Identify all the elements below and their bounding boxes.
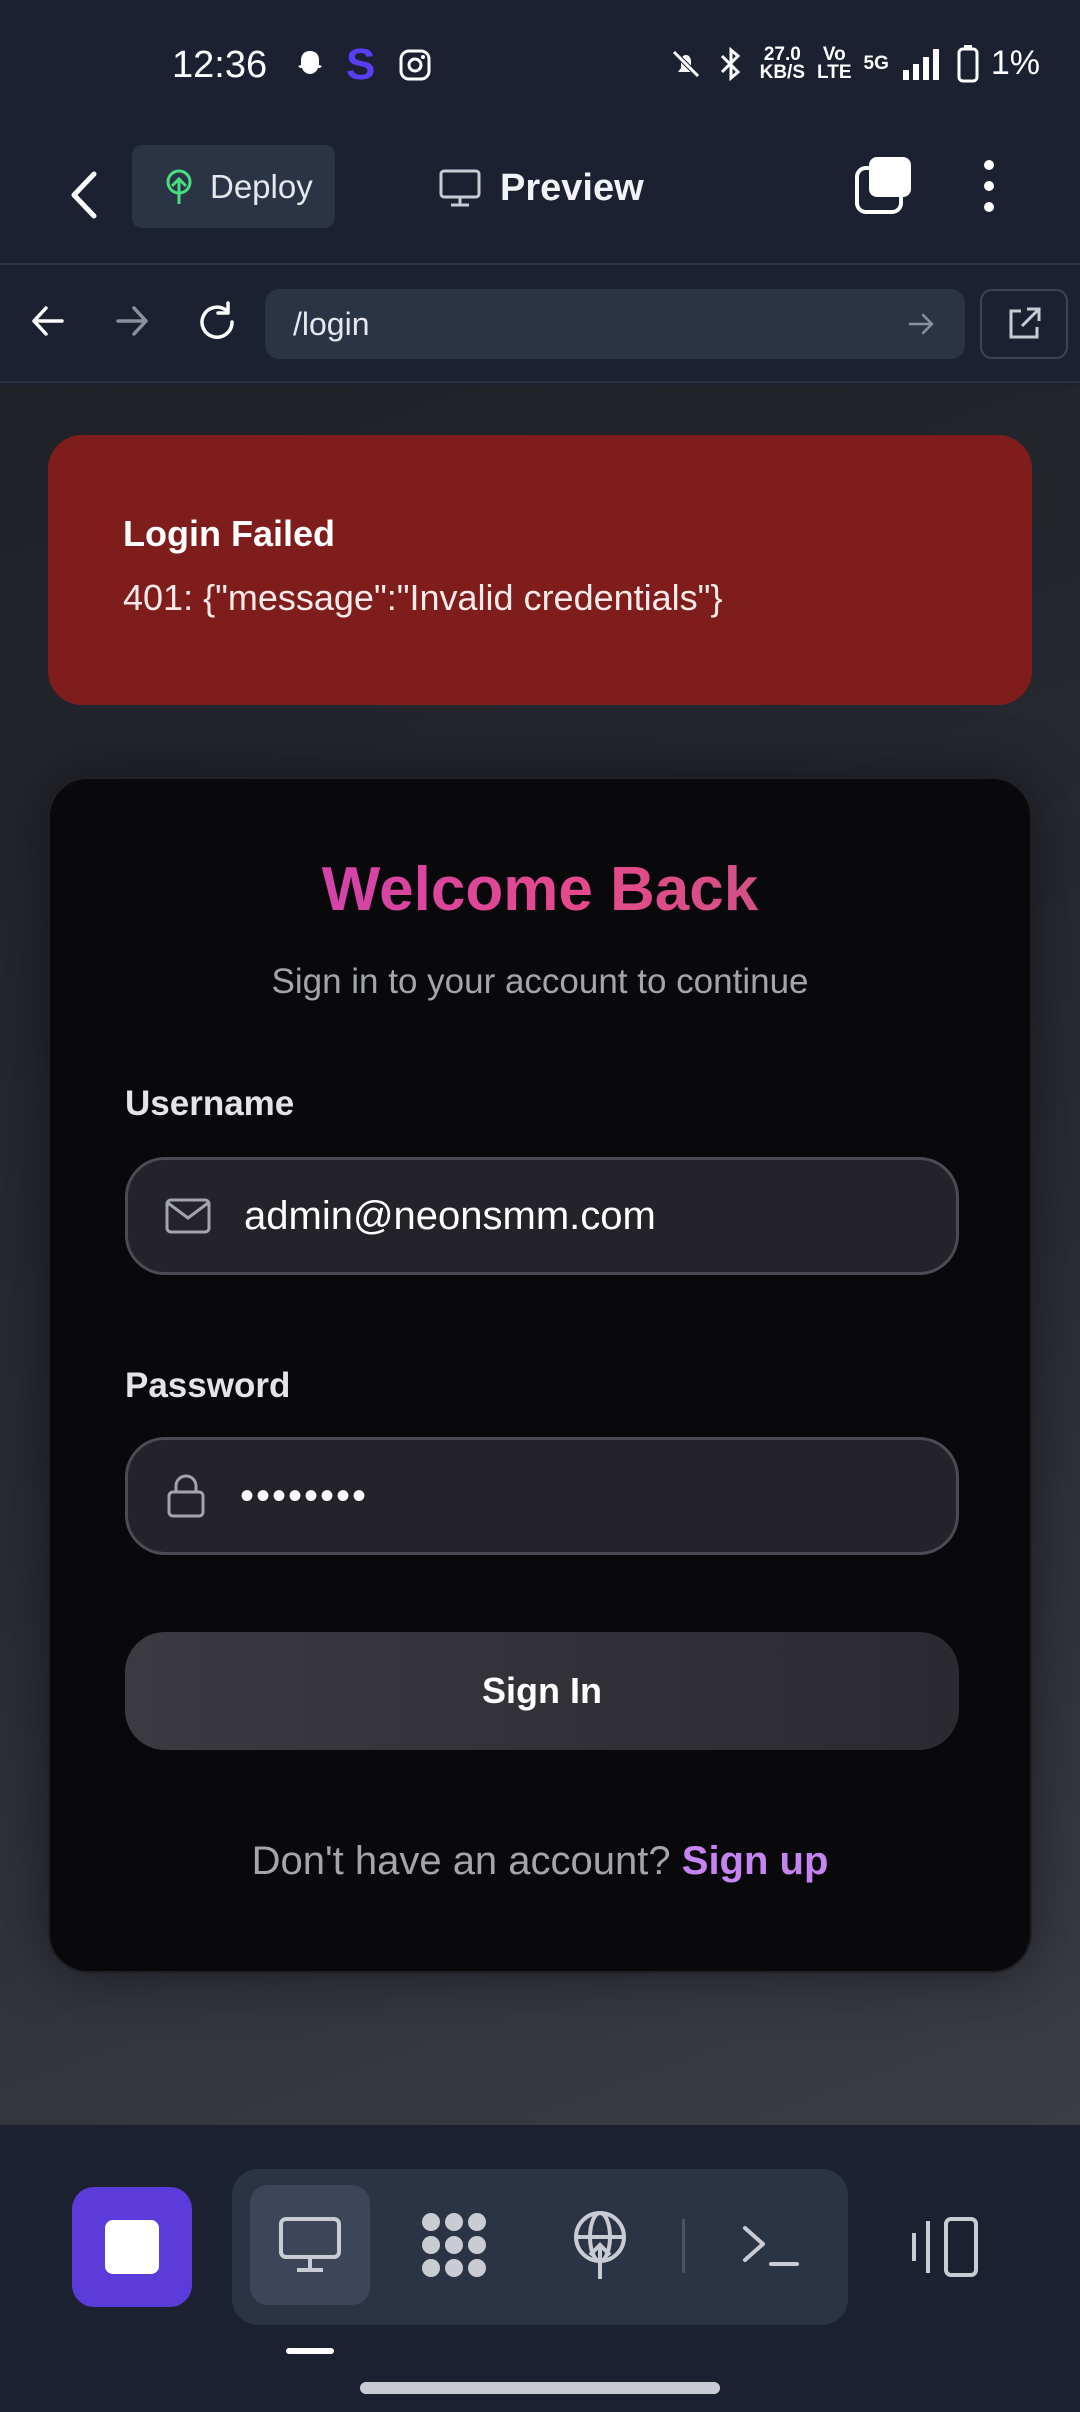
nav-forward-arrow-icon[interactable]: [112, 299, 152, 343]
go-arrow-icon[interactable]: [907, 309, 937, 339]
app-toolbar: Deploy Preview: [0, 130, 1080, 265]
monitor-icon: [439, 169, 481, 207]
dock-preview-tab[interactable]: [250, 2185, 370, 2305]
toast-title: Login Failed: [123, 513, 335, 554]
dock-separator: [682, 2219, 685, 2273]
url-input[interactable]: /login: [265, 289, 965, 359]
error-toast: Login Failed 401: {"message":"Invalid cr…: [48, 435, 1032, 705]
agent-dots-icon: [422, 2213, 486, 2277]
toast-message: 401: {"message":"Invalid credentials"}: [123, 577, 723, 618]
mail-icon: [165, 1198, 211, 1234]
network-speed: 27.0 KB/S: [759, 43, 806, 83]
preview-label: Preview: [500, 166, 644, 209]
sign-in-button[interactable]: Sign In: [125, 1632, 959, 1750]
url-text: /login: [293, 305, 370, 342]
nav-back-arrow-icon[interactable]: [28, 299, 68, 343]
signup-row: Don't have an account? Sign up: [50, 1839, 1030, 1884]
signup-link[interactable]: Sign up: [682, 1839, 829, 1883]
reload-icon[interactable]: [194, 299, 240, 345]
network-type: 5G: [863, 52, 889, 74]
deploy-label: Deploy: [210, 167, 313, 205]
deploy-button[interactable]: Deploy: [132, 145, 335, 228]
preview-tab[interactable]: Preview: [438, 160, 644, 216]
globe-upload-icon: [574, 2211, 626, 2279]
username-label: Username: [125, 1084, 295, 1123]
deploy-tree-icon: [166, 169, 192, 204]
tabs-switcher-icon[interactable]: [853, 154, 915, 216]
username-field[interactable]: admin@neonsmm.com: [125, 1157, 959, 1275]
card-title: Welcome Back: [50, 854, 1030, 925]
app-s-icon: S: [346, 40, 376, 89]
monitor-icon: [279, 2217, 341, 2272]
battery-icon: [957, 44, 979, 82]
web-content: Login Failed 401: {"message":"Invalid cr…: [0, 385, 1080, 2125]
password-label: Password: [125, 1366, 291, 1405]
instagram-icon: [399, 49, 431, 81]
status-time: 12:36: [172, 44, 268, 86]
card-subtitle: Sign in to your account to continue: [271, 962, 809, 1001]
lock-icon: [167, 1474, 205, 1518]
bottom-dock: [0, 2125, 1080, 2412]
battery-level: 1%: [990, 44, 1040, 82]
stop-button[interactable]: [72, 2187, 192, 2307]
username-value: admin@neonsmm.com: [244, 1193, 656, 1238]
active-tab-indicator: [286, 2348, 334, 2354]
dock-deploy-tab[interactable]: [540, 2185, 660, 2305]
volte-indicator: Vo LTE: [817, 43, 852, 83]
devices-layout-icon[interactable]: [910, 2215, 982, 2279]
password-value: ••••••••: [240, 1473, 369, 1518]
open-external-button[interactable]: [980, 289, 1068, 359]
dock-agent-tab[interactable]: [394, 2185, 514, 2305]
home-indicator[interactable]: [360, 2382, 720, 2394]
status-indicators: 27.0 KB/S Vo LTE 5G 1%: [668, 44, 1040, 83]
status-bar: 12:36 S 27.0 KB/S Vo LTE 5G 1%: [0, 0, 1080, 130]
bluetooth-icon: [720, 46, 740, 81]
dock-terminal-tab[interactable]: [710, 2185, 830, 2305]
dock-tab-group: [232, 2169, 848, 2325]
snapchat-icon: [298, 51, 322, 74]
external-link-icon: [1009, 307, 1041, 339]
browser-url-bar: /login: [0, 265, 1080, 383]
signal-icon: [902, 48, 939, 80]
mute-bell-icon: [671, 49, 700, 78]
stop-square-icon: [105, 2220, 159, 2274]
login-card: Welcome Back Sign in to your account to …: [48, 777, 1032, 1973]
back-chevron-icon[interactable]: [60, 160, 110, 230]
more-options-icon[interactable]: [974, 156, 1004, 216]
terminal-icon: [743, 2226, 799, 2266]
signup-prompt: Don't have an account?: [251, 1839, 671, 1883]
password-field[interactable]: ••••••••: [125, 1437, 959, 1555]
